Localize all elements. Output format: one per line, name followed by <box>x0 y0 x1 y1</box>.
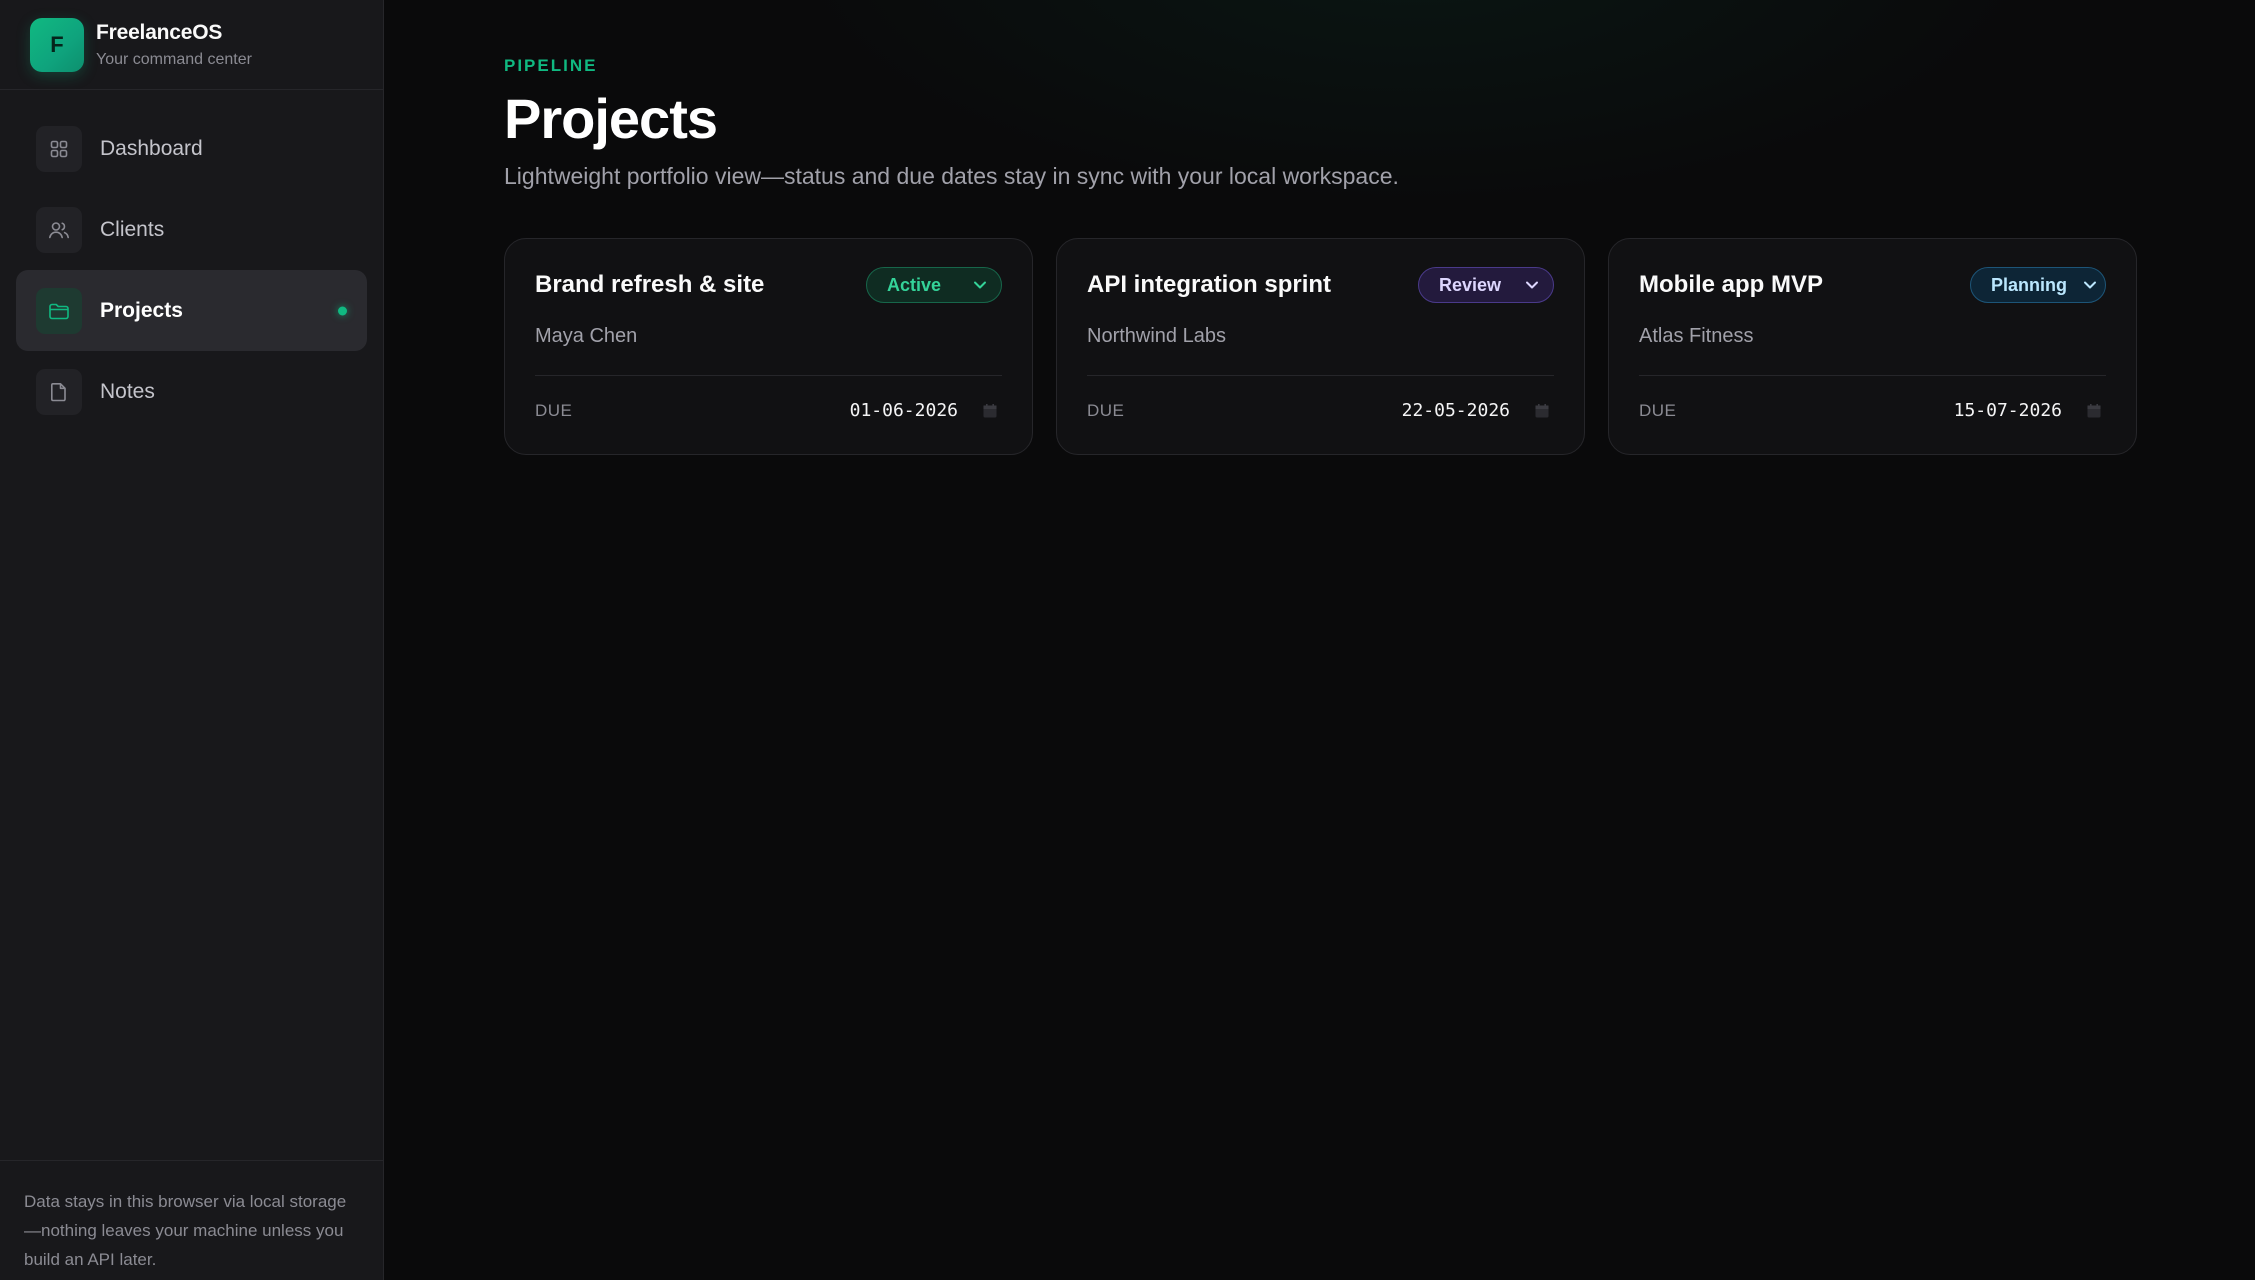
due-date-value: 01-06-2026 <box>849 400 958 421</box>
brand-name: FreelanceOS <box>96 20 223 44</box>
card-divider <box>1087 375 1554 376</box>
project-title: API integration sprint <box>1087 271 1332 298</box>
project-client: Atlas Fitness <box>1639 325 1754 347</box>
page-subtitle: Lightweight portfolio view—status and du… <box>504 163 1399 189</box>
status-value: Planning <box>1991 274 2067 295</box>
due-row: DUE 22-05-2026 <box>1087 400 1554 421</box>
project-card: Mobile app MVP Planning Atlas Fitness DU… <box>1608 238 2137 455</box>
main-content: PIPELINE Projects Lightweight portfolio … <box>384 0 2255 1280</box>
calendar-icon[interactable] <box>982 403 998 419</box>
sidebar-item-clients[interactable]: Clients <box>16 189 367 270</box>
status-value: Review <box>1439 274 1502 295</box>
brand-text: FreelanceOS Your command center <box>96 21 252 69</box>
due-row: DUE 15-07-2026 <box>1639 400 2106 421</box>
card-header: API integration sprint Review <box>1087 267 1554 303</box>
due-date-input[interactable]: 15-07-2026 <box>1954 400 2106 421</box>
folder-icon <box>36 287 82 334</box>
app-root: F FreelanceOS Your command center Dashbo… <box>0 0 2255 1280</box>
brand: F FreelanceOS Your command center <box>0 0 383 90</box>
sidebar-nav: Dashboard Clients Projects Notes <box>0 90 383 432</box>
brand-tagline: Your command center <box>96 50 252 68</box>
brand-logo: F <box>30 17 84 72</box>
chevron-down-icon <box>1525 280 1539 290</box>
status-select[interactable]: Planning <box>1970 267 2106 303</box>
project-cards: Brand refresh & site Active Maya Chen DU… <box>504 238 2255 455</box>
card-divider <box>1639 375 2106 376</box>
card-divider <box>535 375 1002 376</box>
card-header: Brand refresh & site Active <box>535 267 1002 303</box>
due-label: DUE <box>535 400 573 420</box>
due-date-value: 22-05-2026 <box>1401 400 1510 421</box>
project-client: Maya Chen <box>535 325 638 347</box>
due-date-input[interactable]: 01-06-2026 <box>850 400 1002 421</box>
project-title: Mobile app MVP <box>1639 271 1824 298</box>
chevron-down-icon <box>2083 280 2097 290</box>
status-select[interactable]: Active <box>866 267 1002 303</box>
status-select[interactable]: Review <box>1418 267 1554 303</box>
project-client: Northwind Labs <box>1087 325 1226 347</box>
sidebar-item-label: Dashboard <box>100 136 203 160</box>
status-value: Active <box>887 274 942 295</box>
page-eyebrow: PIPELINE <box>504 56 598 75</box>
sidebar-footer-note: Data stays in this browser via local sto… <box>0 1160 383 1280</box>
due-date-value: 15-07-2026 <box>1953 400 2062 421</box>
chevron-down-icon <box>973 280 987 290</box>
sidebar-item-projects[interactable]: Projects <box>16 270 367 351</box>
due-date-input[interactable]: 22-05-2026 <box>1402 400 1554 421</box>
card-header: Mobile app MVP Planning <box>1639 267 2106 303</box>
sidebar-item-label: Projects <box>100 298 183 322</box>
project-card: Brand refresh & site Active Maya Chen DU… <box>504 238 1033 455</box>
due-row: DUE 01-06-2026 <box>535 400 1002 421</box>
sidebar-item-label: Notes <box>100 379 155 403</box>
calendar-icon[interactable] <box>1534 403 1550 419</box>
sidebar-item-dashboard[interactable]: Dashboard <box>16 108 367 189</box>
due-label: DUE <box>1087 400 1125 420</box>
document-icon <box>36 368 82 415</box>
users-icon <box>36 206 82 253</box>
project-card: API integration sprint Review Northwind … <box>1056 238 1585 455</box>
due-label: DUE <box>1639 400 1677 420</box>
grid-icon <box>36 125 82 172</box>
active-indicator-dot <box>338 306 347 315</box>
sidebar: F FreelanceOS Your command center Dashbo… <box>0 0 384 1280</box>
sidebar-item-label: Clients <box>100 217 165 241</box>
page-title: Projects <box>504 87 718 150</box>
calendar-icon[interactable] <box>2086 403 2102 419</box>
project-title: Brand refresh & site <box>535 271 765 298</box>
sidebar-item-notes[interactable]: Notes <box>16 351 367 432</box>
